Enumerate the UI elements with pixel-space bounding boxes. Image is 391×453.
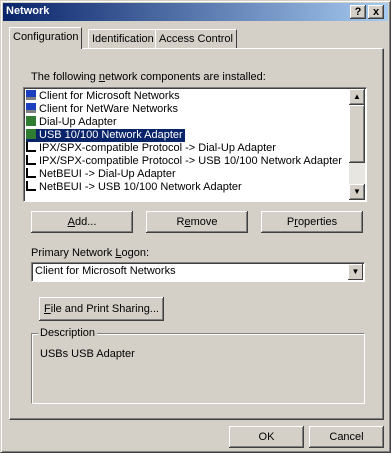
cancel-button[interactable]: Cancel [309, 426, 384, 448]
tab-identification[interactable]: Identification [88, 29, 158, 48]
list-item[interactable]: NetBEUI -> USB 10/100 Network Adapter [26, 181, 244, 194]
primary-logon-label: Primary Network Logon: [31, 247, 149, 259]
tab-access-control[interactable]: Access Control [155, 29, 237, 48]
network-dialog: Network ? x Configuration Identification… [0, 0, 391, 453]
protocol-icon [26, 181, 36, 191]
list-item[interactable]: NetBEUI -> Dial-Up Adapter [26, 168, 178, 181]
components-label: The following network components are ins… [31, 71, 266, 83]
help-button[interactable]: ? [350, 5, 366, 19]
description-text: USBs USB Adapter [40, 348, 135, 360]
close-button[interactable]: x [368, 5, 384, 19]
scroll-up-icon[interactable]: ▲ [349, 89, 365, 105]
tab-configuration[interactable]: Configuration [9, 27, 83, 49]
list-item[interactable]: Client for Microsoft Networks [26, 90, 182, 103]
scroll-thumb[interactable] [349, 105, 365, 163]
list-item[interactable]: IPX/SPX-compatible Protocol -> Dial-Up A… [26, 142, 278, 155]
protocol-icon [26, 142, 36, 152]
window-title: Network [6, 5, 50, 17]
title-bar[interactable]: Network ? x [3, 3, 388, 21]
properties-button[interactable]: Properties [261, 211, 363, 233]
remove-button[interactable]: Remove [146, 211, 248, 233]
file-print-sharing-button[interactable]: File and Print Sharing... [39, 297, 164, 321]
chevron-down-icon[interactable]: ▼ [348, 264, 363, 280]
client-icon [26, 90, 36, 100]
list-item[interactable]: Client for NetWare Networks [26, 103, 180, 116]
list-item[interactable]: IPX/SPX-compatible Protocol -> USB 10/10… [26, 155, 344, 168]
add-button[interactable]: Add... [31, 211, 133, 233]
client-icon [26, 103, 36, 113]
primary-logon-value: Client for Microsoft Networks [35, 265, 176, 277]
primary-logon-select[interactable]: Client for Microsoft Networks ▼ [31, 262, 365, 282]
components-list[interactable]: Client for Microsoft Networks Client for… [23, 87, 367, 202]
scroll-down-icon[interactable]: ▼ [349, 184, 365, 200]
list-item[interactable]: Dial-Up Adapter [26, 116, 119, 129]
adapter-icon [26, 129, 36, 139]
ok-button[interactable]: OK [229, 426, 304, 448]
protocol-icon [26, 168, 36, 178]
protocol-icon [26, 155, 36, 165]
description-legend: Description [38, 327, 98, 339]
adapter-icon [26, 116, 36, 126]
list-scrollbar[interactable]: ▲ ▼ [349, 89, 365, 200]
list-item-selected[interactable]: USB 10/100 Network Adapter [26, 129, 185, 142]
description-group: Description USBs USB Adapter [31, 327, 365, 404]
